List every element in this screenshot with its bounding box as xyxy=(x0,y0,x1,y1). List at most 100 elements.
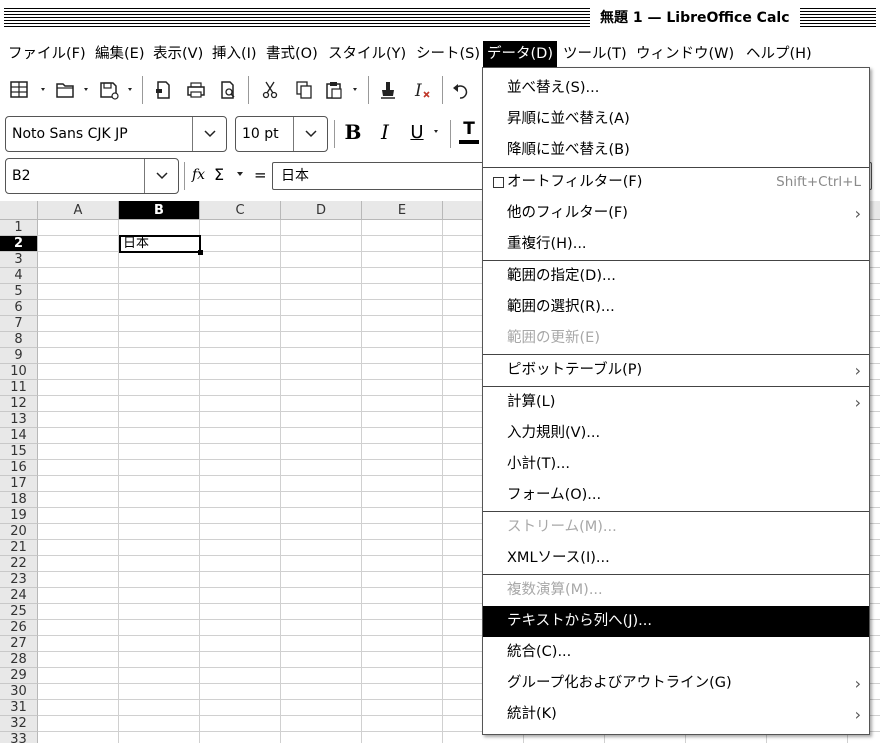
menu-data[interactable]: データ(D) xyxy=(483,41,557,68)
row-header-15[interactable]: 15 xyxy=(0,444,38,460)
font-size-dropdown-button[interactable] xyxy=(293,117,327,151)
row-header-21[interactable]: 21 xyxy=(0,540,38,556)
menu-window[interactable]: ウィンドウ(W) xyxy=(632,41,738,68)
row-header-28[interactable]: 28 xyxy=(0,652,38,668)
row-header-31[interactable]: 31 xyxy=(0,700,38,716)
insert-table-button[interactable] xyxy=(6,76,50,104)
copy-button[interactable] xyxy=(290,76,318,104)
menu-item-text-to-columns[interactable]: テキストから列へ(J)... xyxy=(483,606,869,637)
name-box-dropdown-button[interactable] xyxy=(144,159,178,193)
row-header-18[interactable]: 18 xyxy=(0,492,38,508)
menu-item-autofilter[interactable]: オートフィルター(F) Shift+Ctrl+L xyxy=(483,167,869,198)
row-header-33[interactable]: 33 xyxy=(0,732,38,743)
row-header-2[interactable]: 2 xyxy=(0,236,38,252)
row-header-30[interactable]: 30 xyxy=(0,684,38,700)
menu-item-select-range[interactable]: 範囲の選択(R)... xyxy=(483,292,869,323)
menu-item-label: 他のフィルター(F) xyxy=(507,205,628,221)
menu-item-calculate[interactable]: 計算(L) › xyxy=(483,387,869,418)
row-header-8[interactable]: 8 xyxy=(0,332,38,348)
row-header-23[interactable]: 23 xyxy=(0,572,38,588)
row-header-32[interactable]: 32 xyxy=(0,716,38,732)
menu-item-sort-descending[interactable]: 降順に並べ替え(B) xyxy=(483,135,869,166)
menu-item-group-outline[interactable]: グループ化およびアウトライン(G) › xyxy=(483,668,869,699)
row-header-3[interactable]: 3 xyxy=(0,252,38,268)
print-preview-button[interactable] xyxy=(214,76,242,104)
row-header-25[interactable]: 25 xyxy=(0,604,38,620)
export-pdf-button[interactable] xyxy=(150,76,176,104)
row-header-22[interactable]: 22 xyxy=(0,556,38,572)
row-header-4[interactable]: 4 xyxy=(0,268,38,284)
bold-button[interactable]: B xyxy=(340,118,366,146)
menu-insert[interactable]: 挿入(I) xyxy=(208,41,261,68)
menu-item-label: 並べ替え(S)... xyxy=(507,80,600,96)
row-header-10[interactable]: 10 xyxy=(0,364,38,380)
row-header-6[interactable]: 6 xyxy=(0,300,38,316)
paste-button[interactable] xyxy=(322,76,364,104)
undo-button[interactable] xyxy=(448,76,478,104)
column-header-d[interactable]: D xyxy=(281,201,362,220)
menu-view[interactable]: 表示(V) xyxy=(149,41,207,68)
menu-item-subtotals[interactable]: 小計(T)... xyxy=(483,449,869,480)
menu-item-validity[interactable]: 入力規則(V)... xyxy=(483,418,869,449)
row-header-1[interactable]: 1 xyxy=(0,220,38,236)
row-header-17[interactable]: 17 xyxy=(0,476,38,492)
row-header-19[interactable]: 19 xyxy=(0,508,38,524)
menu-item-consolidate[interactable]: 統合(C)... xyxy=(483,637,869,668)
row-header-7[interactable]: 7 xyxy=(0,316,38,332)
menu-help[interactable]: ヘルプ(H) xyxy=(742,41,816,68)
menu-sheet[interactable]: シート(S) xyxy=(412,41,484,68)
menu-item-define-range[interactable]: 範囲の指定(D)... xyxy=(483,261,869,292)
underline-options-button[interactable] xyxy=(430,118,446,146)
sum-button[interactable]: Σ xyxy=(214,163,224,187)
row-header-5[interactable]: 5 xyxy=(0,284,38,300)
row-header-26[interactable]: 26 xyxy=(0,620,38,636)
active-cell-b2[interactable]: 日本 xyxy=(119,235,201,253)
formula-button[interactable]: = xyxy=(254,163,267,187)
fill-handle[interactable] xyxy=(198,250,203,255)
menu-item-label: グループ化およびアウトライン(G) xyxy=(507,675,732,691)
row-header-12[interactable]: 12 xyxy=(0,396,38,412)
row-header-29[interactable]: 29 xyxy=(0,668,38,684)
menu-item-statistics[interactable]: 統計(K) › xyxy=(483,699,869,730)
menu-item-duplicates[interactable]: 重複行(H)... xyxy=(483,229,869,260)
menu-item-more-filters[interactable]: 他のフィルター(F) › xyxy=(483,198,869,229)
row-header-24[interactable]: 24 xyxy=(0,588,38,604)
row-header-13[interactable]: 13 xyxy=(0,412,38,428)
menu-item-sort[interactable]: 並べ替え(S)... xyxy=(483,73,869,104)
column-header-c[interactable]: C xyxy=(200,201,281,220)
row-header-14[interactable]: 14 xyxy=(0,428,38,444)
clone-formatting-button[interactable] xyxy=(374,76,402,104)
row-header-9[interactable]: 9 xyxy=(0,348,38,364)
column-header-e[interactable]: E xyxy=(362,201,443,220)
menu-item-pivot-table[interactable]: ピボットテーブル(P) › xyxy=(483,355,869,386)
sum-options-button[interactable] xyxy=(236,166,246,182)
row-header-27[interactable]: 27 xyxy=(0,636,38,652)
row-header-11[interactable]: 11 xyxy=(0,380,38,396)
menu-styles[interactable]: スタイル(Y) xyxy=(324,41,410,68)
font-name-combobox[interactable]: Noto Sans CJK JP xyxy=(5,116,227,152)
name-box[interactable]: B2 xyxy=(5,158,179,194)
open-button[interactable] xyxy=(52,76,94,104)
function-wizard-button[interactable]: fx xyxy=(192,163,205,187)
menu-edit[interactable]: 編集(E) xyxy=(91,41,148,68)
menu-item-form[interactable]: フォーム(O)... xyxy=(483,480,869,511)
row-header-16[interactable]: 16 xyxy=(0,460,38,476)
italic-button[interactable]: I xyxy=(372,118,398,146)
chevron-down-icon xyxy=(237,172,243,176)
menu-item-xml-source[interactable]: XMLソース(I)... xyxy=(483,543,869,574)
cut-button[interactable] xyxy=(256,76,284,104)
font-name-dropdown-button[interactable] xyxy=(192,117,226,151)
print-button[interactable] xyxy=(182,76,210,104)
row-header-20[interactable]: 20 xyxy=(0,524,38,540)
menu-format[interactable]: 書式(O) xyxy=(262,41,322,68)
clear-formatting-button[interactable]: I xyxy=(408,76,436,104)
column-header-a[interactable]: A xyxy=(38,201,119,220)
column-header-b[interactable]: B xyxy=(119,201,200,220)
font-color-button[interactable]: T xyxy=(456,118,482,146)
font-size-combobox[interactable]: 10 pt xyxy=(235,116,328,152)
save-button[interactable] xyxy=(96,76,138,104)
menu-item-sort-ascending[interactable]: 昇順に並べ替え(A) xyxy=(483,104,869,135)
underline-button[interactable]: U xyxy=(404,118,430,146)
menu-tools[interactable]: ツール(T) xyxy=(559,41,631,68)
menu-file[interactable]: ファイル(F) xyxy=(4,41,90,68)
